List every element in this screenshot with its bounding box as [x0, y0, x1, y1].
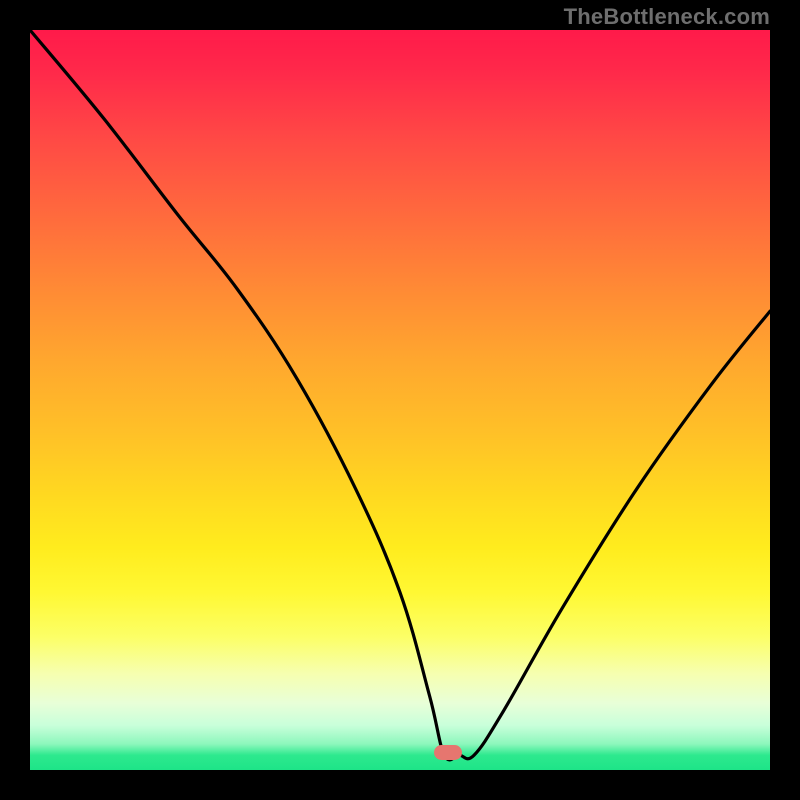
chart-frame: TheBottleneck.com — [0, 0, 800, 800]
bottleneck-curve — [30, 30, 770, 770]
plot-area — [30, 30, 770, 770]
watermark-text: TheBottleneck.com — [564, 4, 770, 30]
curve-path — [30, 30, 770, 760]
minimum-marker — [434, 745, 462, 760]
